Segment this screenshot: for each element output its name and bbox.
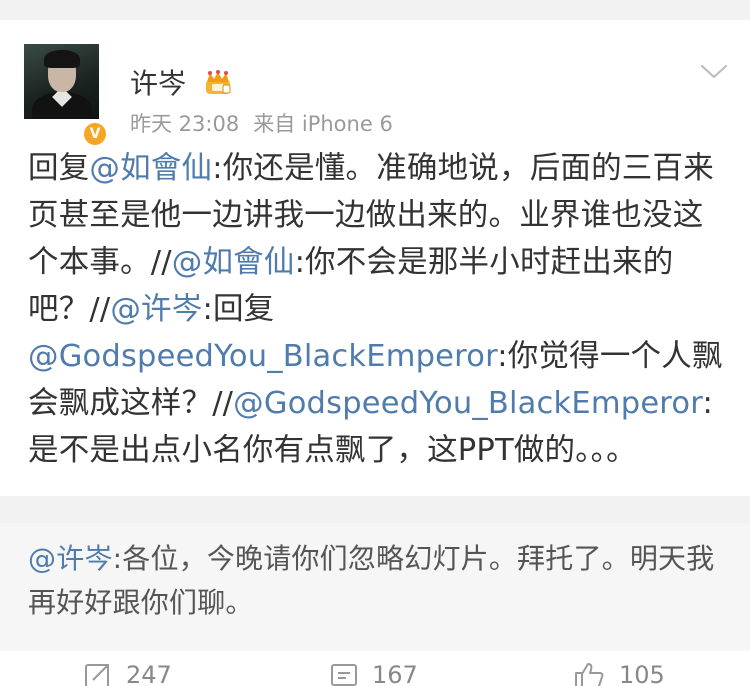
thumbs-up-icon bbox=[575, 663, 604, 686]
comment-icon bbox=[331, 664, 357, 686]
reposted-original[interactable]: @许岑:各位，今晚请你们忽略幻灯片。拜托了。明天我再好好跟你们聊。 bbox=[0, 523, 750, 651]
mention-link[interactable]: @如會仙 bbox=[89, 151, 212, 186]
like-button[interactable]: 105 bbox=[573, 661, 665, 686]
author-name[interactable]: 许岑 bbox=[130, 62, 186, 102]
mention-link[interactable]: @如會仙 bbox=[172, 245, 295, 280]
reposted-text: @许岑:各位，今晚请你们忽略幻灯片。拜托了。明天我再好好跟你们聊。 bbox=[0, 523, 750, 625]
repost-count: 247 bbox=[126, 661, 172, 686]
avatar[interactable] bbox=[24, 44, 99, 119]
like-count: 105 bbox=[619, 661, 665, 686]
post-time: 昨天 23:08 bbox=[130, 112, 240, 136]
post-source[interactable]: 来自 iPhone 6 bbox=[253, 112, 393, 136]
mention-link[interactable]: @许岑 bbox=[110, 292, 202, 327]
mention-link[interactable]: @GodspeedYou_BlackEmperor bbox=[28, 339, 497, 374]
verified-badge-icon: V bbox=[82, 121, 108, 147]
post-text-segment: 回复 bbox=[28, 151, 90, 186]
crown-badge-icon[interactable] bbox=[203, 70, 233, 96]
comment-button[interactable]: 167 bbox=[330, 661, 418, 686]
avatar-hair bbox=[44, 50, 80, 68]
post-body: 回复@如會仙:你还是懂。准确地说，后面的三百来页甚至是他一边讲我一边做出来的。业… bbox=[0, 135, 750, 496]
mention-link[interactable]: @许岑 bbox=[28, 542, 113, 575]
repost-icon bbox=[85, 664, 109, 686]
reposted-content: :各位，今晚请你们忽略幻灯片。拜托了。明天我再好好跟你们聊。 bbox=[28, 542, 715, 619]
repost-button[interactable]: 247 bbox=[84, 661, 172, 686]
comment-count: 167 bbox=[372, 661, 418, 686]
post-text-segment: :回复 bbox=[202, 292, 275, 327]
mention-link[interactable]: @GodspeedYou_BlackEmperor bbox=[233, 386, 702, 421]
chevron-down-icon[interactable] bbox=[700, 62, 728, 82]
post-header: V 许岑 昨天 23:08 来自 iPhone 6 bbox=[0, 20, 750, 147]
action-bar: 247 167 105 bbox=[0, 651, 750, 686]
post-meta: 昨天 23:08 来自 iPhone 6 bbox=[130, 108, 393, 138]
weibo-post-card: V 许岑 昨天 23:08 来自 iPhone 6 回复@如會仙:你还是懂。准确地… bbox=[0, 20, 750, 496]
